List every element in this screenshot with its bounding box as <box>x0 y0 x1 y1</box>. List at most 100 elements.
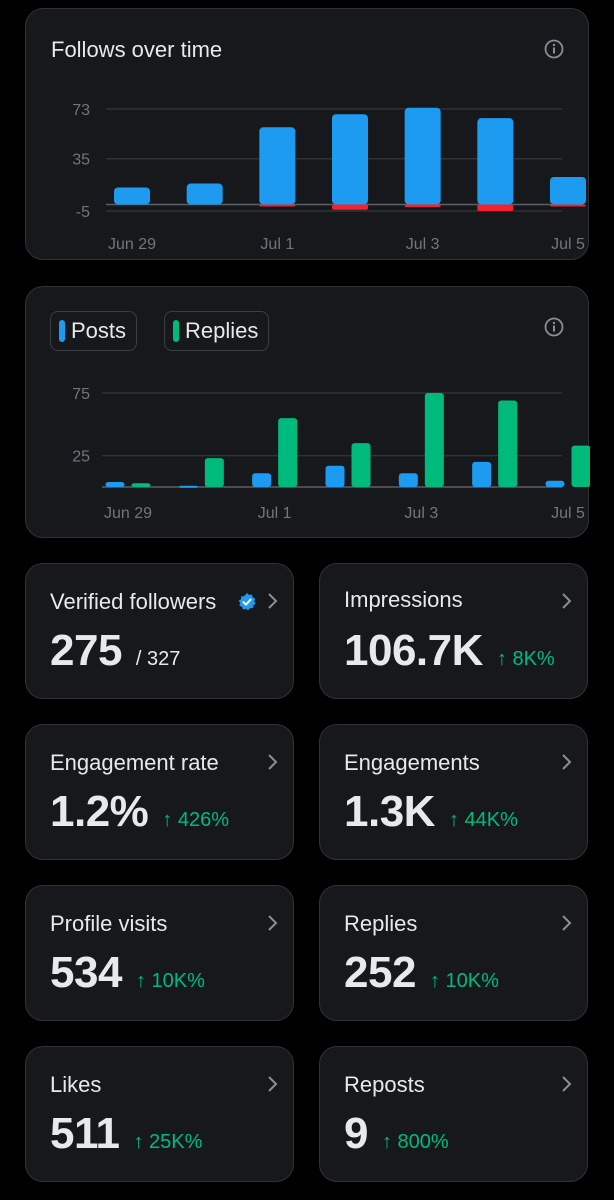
stat-value-row: 1.3K ↑ 44K% <box>344 787 518 837</box>
stat-delta: ↑ 44K% <box>448 809 518 831</box>
stat-value: 275 <box>50 626 122 675</box>
stat-label: Engagement rate <box>50 750 219 775</box>
stat-value: 252 <box>344 948 416 997</box>
stat-card-reposts[interactable]: Reposts 9 ↑ 800% <box>319 1046 588 1182</box>
x-tick-label: Jul 5 <box>551 505 585 522</box>
posts-swatch <box>59 320 65 342</box>
unfollows-bar[interactable] <box>259 204 296 207</box>
stat-value: 106.7K <box>344 626 483 675</box>
chevron-right-icon <box>268 1076 278 1092</box>
stat-delta: ↑ 10K% <box>135 970 205 992</box>
stat-label: Engagements <box>344 750 480 775</box>
stat-value-row: 511 ↑ 25K% <box>50 1109 202 1159</box>
info-icon[interactable] <box>544 39 564 59</box>
legend-replies-label: Replies <box>185 318 259 343</box>
unfollows-bar[interactable] <box>477 204 514 211</box>
stat-value-row: 275 / 327 <box>50 626 180 676</box>
posts-bar[interactable] <box>252 473 272 487</box>
stat-value-row: 106.7K ↑ 8K% <box>344 626 555 676</box>
y-tick-label: 35 <box>72 152 90 169</box>
stat-delta: ↑ 10K% <box>429 970 499 992</box>
chevron-right-icon <box>268 593 278 609</box>
stat-label: Verified followers <box>50 589 217 614</box>
posts-replies-bar-chart: 75 25 Jun 29 Jul 1 Jul 3 Jul 5 <box>72 386 591 522</box>
chevron-right-icon <box>562 754 572 770</box>
replies-bar[interactable] <box>571 445 591 487</box>
posts-bar[interactable] <box>178 485 198 488</box>
posts-bar[interactable] <box>545 480 565 487</box>
stat-value: 534 <box>50 948 122 997</box>
x-tick-label: Jun 29 <box>108 236 156 253</box>
follows-bar[interactable] <box>477 118 514 205</box>
stat-label: Replies <box>344 911 418 936</box>
y-tick-label: -5 <box>76 204 90 221</box>
x-tick-label: Jul 3 <box>404 505 438 522</box>
chevron-right-icon <box>562 1076 572 1092</box>
stat-value: 9 <box>344 1109 368 1158</box>
stat-card-engagements[interactable]: Engagements 1.3K ↑ 44K% <box>319 724 588 860</box>
follows-bar[interactable] <box>186 183 223 205</box>
info-icon[interactable] <box>544 317 564 337</box>
follows-bar[interactable] <box>550 177 586 205</box>
stat-value-row: 534 ↑ 10K% <box>50 948 205 998</box>
replies-bar[interactable] <box>498 400 518 487</box>
posts-bar[interactable] <box>472 461 492 487</box>
follows-chart-card: Follows over time 73 35 -5 Jun 29 Jul 1 Jul 3… <box>25 8 589 260</box>
x-tick-label: Jul 1 <box>258 505 292 522</box>
stat-value: 1.2% <box>50 787 149 836</box>
chevron-right-icon <box>562 593 572 609</box>
follows-chart-title: Follows over time <box>51 37 223 62</box>
stat-delta: ↑ 8K% <box>496 648 555 670</box>
follows-bar-chart: 73 35 -5 Jun 29 Jul 1 Jul 3 Jul 5 <box>72 102 586 253</box>
x-tick-label: Jul 5 <box>551 236 585 253</box>
unfollows-bar[interactable] <box>550 204 586 207</box>
posts-bar[interactable] <box>105 481 125 487</box>
unfollows-bar[interactable] <box>404 204 441 208</box>
stat-value-row: 1.2% ↑ 426% <box>50 787 229 837</box>
posts-bar[interactable] <box>398 473 418 487</box>
stat-label: Likes <box>50 1072 102 1097</box>
stat-value: 1.3K <box>344 787 435 836</box>
x-tick-label: Jul 1 <box>260 236 294 253</box>
stat-label: Reposts <box>344 1072 425 1097</box>
stat-label: Impressions <box>344 587 463 612</box>
x-tick-label: Jun 29 <box>104 505 152 522</box>
legend-replies-toggle[interactable]: Replies <box>164 311 270 351</box>
stat-card-impressions[interactable]: Impressions 106.7K ↑ 8K% <box>319 563 588 699</box>
legend-posts-toggle[interactable]: Posts <box>50 311 138 351</box>
verified-badge-icon <box>238 593 256 611</box>
replies-bar[interactable] <box>278 418 298 487</box>
unfollows-bar[interactable] <box>332 204 368 210</box>
replies-bar[interactable] <box>351 443 371 487</box>
y-tick-label: 25 <box>72 449 90 466</box>
stat-delta: ↑ 426% <box>162 809 230 831</box>
chevron-right-icon <box>562 915 572 931</box>
y-tick-label: 73 <box>72 102 90 119</box>
stat-value-row: 9 ↑ 800% <box>344 1109 449 1159</box>
replies-bar[interactable] <box>424 393 444 487</box>
follows-bar[interactable] <box>259 127 296 205</box>
stat-delta: ↑ 25K% <box>133 1131 203 1153</box>
posts-replies-chart-card: Posts Replies 75 25 Jun 29 Jul 1 Jul 3 Jul 5 <box>25 286 591 538</box>
stat-card-replies[interactable]: Replies 252 ↑ 10K% <box>319 885 588 1021</box>
replies-bar[interactable] <box>131 483 151 487</box>
follows-bar[interactable] <box>114 187 150 205</box>
stat-total: / 327 <box>135 648 181 670</box>
replies-bar[interactable] <box>204 458 224 487</box>
stat-card-likes[interactable]: Likes 511 ↑ 25K% <box>25 1046 294 1182</box>
replies-swatch <box>173 320 179 342</box>
chevron-right-icon <box>268 915 278 931</box>
stat-value: 511 <box>50 1109 120 1158</box>
stat-card-verified-followers[interactable]: Verified followers 275 / 327 <box>25 563 294 699</box>
stat-card-profile-visits[interactable]: Profile visits 534 ↑ 10K% <box>25 885 294 1021</box>
stat-value-row: 252 ↑ 10K% <box>344 948 499 998</box>
posts-bar[interactable] <box>325 465 345 487</box>
stat-delta: ↑ 800% <box>381 1131 449 1153</box>
stat-label: Profile visits <box>50 911 168 936</box>
stat-card-engagement-rate[interactable]: Engagement rate 1.2% ↑ 426% <box>25 724 294 860</box>
follows-bar[interactable] <box>332 114 368 205</box>
follows-bar[interactable] <box>404 107 441 205</box>
x-tick-label: Jul 3 <box>406 236 440 253</box>
legend-posts-label: Posts <box>71 318 127 343</box>
chevron-right-icon <box>268 754 278 770</box>
